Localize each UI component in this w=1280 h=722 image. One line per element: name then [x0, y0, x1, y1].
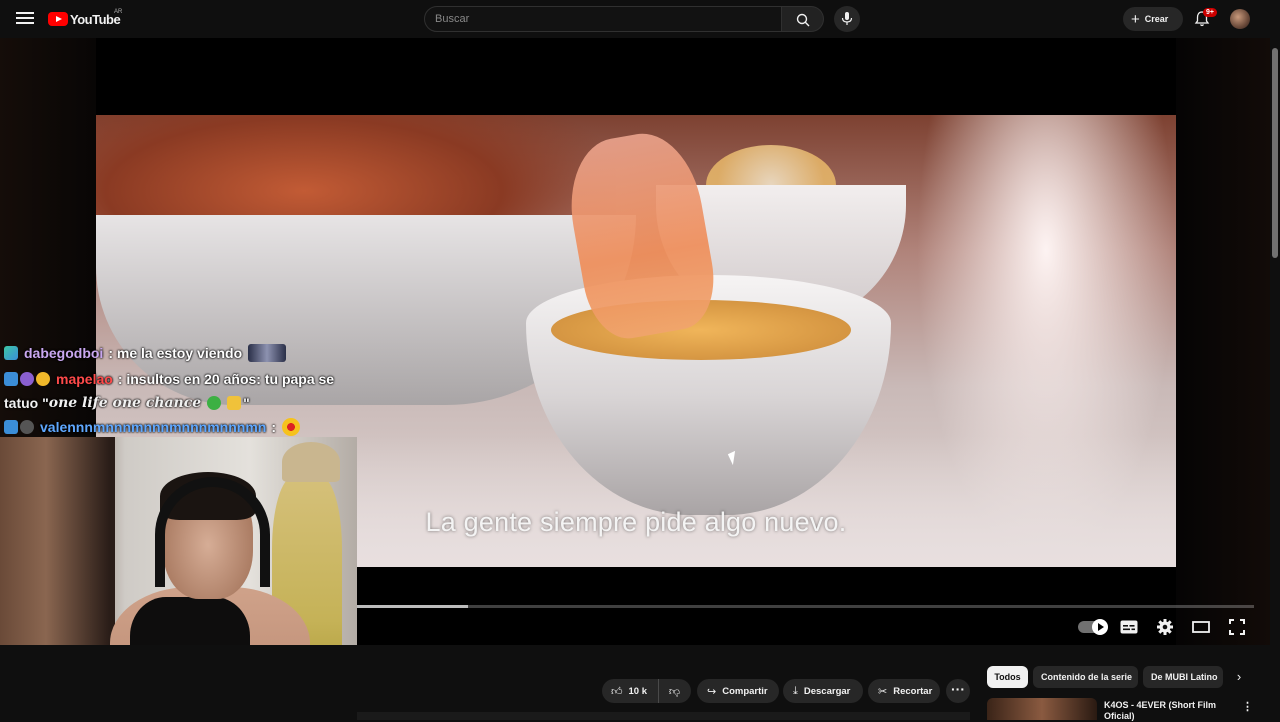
avatar[interactable] — [1230, 9, 1250, 29]
chat-username: mapelao — [56, 371, 113, 387]
voice-search-button[interactable] — [834, 6, 860, 32]
like-count: 10 k — [628, 685, 648, 697]
like-button[interactable]: 👍︎ 10 k — [602, 679, 659, 703]
theater-mode-icon — [1192, 621, 1210, 633]
crown-icon — [227, 396, 242, 410]
chip-label: Contenido de la serie — [1041, 672, 1133, 682]
create-label: Crear — [1144, 14, 1169, 24]
chat-text: tatuo " — [4, 395, 49, 411]
gear-icon — [1157, 619, 1173, 635]
chevron-right-icon[interactable]: › — [1230, 666, 1248, 688]
badge-icon — [20, 420, 34, 434]
clover-icon — [207, 396, 222, 410]
chip-todos[interactable]: Todos — [987, 666, 1028, 688]
chip-label: De MUBI Latino — [1151, 672, 1218, 682]
share-label: Compartir — [722, 685, 768, 697]
badge-icon — [4, 372, 18, 386]
headset-icon — [155, 477, 270, 587]
subtitles-button[interactable] — [1118, 617, 1140, 637]
chat-message: mapelao : insultos en 20 años: tu papa s… — [4, 366, 356, 392]
recommendation-title[interactable]: K4OS - 4EVER (Short Film Oficial) — [1104, 700, 1224, 722]
country-code: AR — [114, 9, 123, 15]
chat-text: " — [243, 395, 250, 411]
chip-label: Todos — [994, 672, 1021, 682]
menu-icon[interactable] — [14, 9, 36, 29]
thumbs-down-icon: 👎︎ — [668, 685, 681, 698]
dislike-button[interactable]: 👎︎ — [659, 679, 690, 703]
search-field[interactable] — [424, 6, 782, 32]
chat-message: dabegodboi : me la estoy viendo — [4, 340, 356, 366]
clip-label: Recortar — [893, 685, 933, 697]
more-icon: ··· — [951, 681, 965, 697]
kebab-menu-icon[interactable]: ⋮ — [1242, 700, 1253, 713]
chip-mubi[interactable]: De MUBI Latino — [1143, 666, 1223, 688]
video-subtitle: La gente siempre pide algo nuevo. — [425, 507, 847, 537]
chip-series-content[interactable]: Contenido de la serie — [1033, 666, 1138, 688]
chat-text: : me la estoy viendo — [108, 345, 243, 361]
chat-username: dabegodboi — [24, 345, 104, 361]
recommendation-thumbnail[interactable] — [987, 698, 1097, 720]
notification-badge: 9+ — [1203, 8, 1217, 17]
like-dislike-group: 👍︎ 10 k 👎︎ — [602, 679, 691, 703]
mic-icon — [841, 12, 853, 25]
progress-fill — [356, 605, 469, 608]
fullscreen-button[interactable] — [1226, 617, 1248, 637]
download-button[interactable]: ⤓ Descargar — [783, 679, 863, 703]
chat-message-continued: tatuo " one life one chance " — [4, 392, 356, 414]
badge-icon — [20, 372, 34, 386]
share-icon: ↪ — [707, 685, 717, 698]
badge-icon — [36, 372, 50, 386]
settings-button[interactable] — [1154, 617, 1176, 637]
search-input[interactable] — [425, 7, 781, 31]
badge-icon — [4, 346, 18, 360]
autoplay-toggle[interactable] — [1077, 617, 1108, 637]
description-strip — [357, 712, 970, 720]
create-button[interactable]: + Crear — [1123, 7, 1183, 31]
share-button[interactable]: ↪ Compartir — [697, 679, 779, 703]
stream-chat-overlay: dabegodboi : me la estoy viendo mapelao … — [4, 340, 356, 440]
top-bar: YouTube AR + Crear 9+ — [0, 0, 1280, 38]
webcam-hat — [282, 442, 340, 482]
download-icon: ⤓ — [793, 684, 798, 697]
autoplay-icon — [1092, 619, 1108, 635]
chat-phrase: one life one chance — [48, 395, 202, 411]
clip-button[interactable]: ✂ Recortar — [868, 679, 940, 703]
fullscreen-icon — [1229, 619, 1245, 635]
theater-mode-button[interactable] — [1190, 617, 1212, 637]
chat-text: : insultos en 20 años: tu papa se — [117, 371, 335, 387]
scrollbar-thumb[interactable] — [1272, 48, 1278, 258]
download-label: Descargar — [803, 685, 851, 697]
subtitles-icon — [1120, 620, 1138, 634]
progress-bar[interactable] — [356, 605, 1254, 608]
badge-icon — [4, 420, 18, 434]
more-actions-button[interactable]: ··· — [946, 679, 970, 703]
search-button[interactable] — [782, 6, 824, 32]
search-icon — [796, 13, 810, 27]
emoji-icon — [282, 418, 300, 436]
plus-icon: + — [1131, 10, 1140, 28]
emote-icon — [248, 344, 287, 362]
youtube-play-icon — [48, 12, 68, 26]
page-scrollbar[interactable] — [1270, 38, 1280, 720]
ambient-right — [1176, 38, 1270, 645]
thumbs-up-icon: 👍︎ — [611, 685, 623, 698]
youtube-logo[interactable]: YouTube — [48, 10, 121, 28]
logo-text: YouTube — [70, 11, 121, 27]
scissors-icon: ✂ — [878, 685, 888, 698]
